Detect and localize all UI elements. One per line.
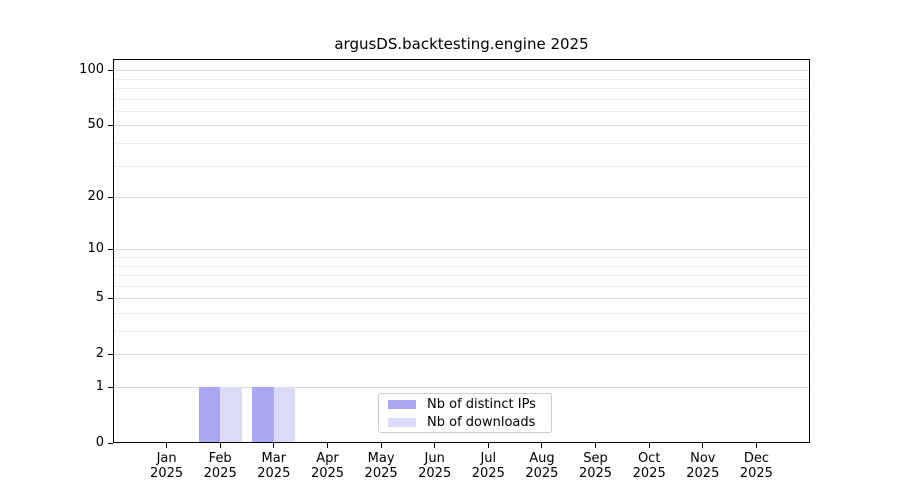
- gridline-minor: [114, 286, 809, 287]
- gridline-major: [114, 298, 809, 299]
- gridline-minor: [114, 143, 809, 144]
- legend-label: Nb of downloads: [427, 415, 535, 430]
- x-tick: [327, 443, 328, 448]
- legend-label: Nb of distinct IPs: [427, 397, 536, 412]
- x-tick-year: 2025: [724, 466, 788, 481]
- x-tick: [541, 443, 542, 448]
- legend-entry: Nb of distinct IPs: [388, 397, 542, 412]
- y-tick: [108, 354, 113, 355]
- y-tick-label: 100: [44, 62, 104, 78]
- gridline-minor: [114, 88, 809, 89]
- x-tick-month: Dec: [724, 451, 788, 466]
- x-tick: [756, 443, 757, 448]
- gridline-minor: [114, 331, 809, 332]
- x-tick-label: Dec2025: [724, 451, 788, 481]
- x-tick: [166, 443, 167, 448]
- legend-swatch: [388, 400, 416, 409]
- x-tick: [649, 443, 650, 448]
- x-tick: [381, 443, 382, 448]
- x-tick: [595, 443, 596, 448]
- figure: argusDS.backtesting.engine 2025 0 1 2 5 10 20…: [0, 0, 900, 500]
- gridline-minor: [114, 275, 809, 276]
- gridline-major: [114, 249, 809, 250]
- y-tick-label: 1: [44, 379, 104, 395]
- y-tick-label: 5: [44, 290, 104, 306]
- x-tick: [434, 443, 435, 448]
- y-tick-label: 2: [44, 346, 104, 362]
- y-tick-label: 20: [44, 189, 104, 205]
- gridline-minor: [114, 257, 809, 258]
- gridline-minor: [114, 313, 809, 314]
- y-tick: [108, 249, 113, 250]
- gridline-minor: [114, 166, 809, 167]
- gridline-minor: [114, 79, 809, 80]
- y-tick: [108, 197, 113, 198]
- y-tick: [108, 443, 113, 444]
- gridline-major: [114, 70, 809, 71]
- chart-title: argusDS.backtesting.engine 2025: [113, 35, 810, 53]
- legend-swatch: [388, 418, 416, 427]
- y-tick: [108, 70, 113, 71]
- x-tick: [488, 443, 489, 448]
- gridline-major: [114, 125, 809, 126]
- gridline-major: [114, 197, 809, 198]
- plot-frame: [113, 59, 810, 443]
- y-tick-label: 50: [44, 117, 104, 133]
- y-tick: [108, 125, 113, 126]
- gridline-minor: [114, 99, 809, 100]
- y-tick-label: 10: [44, 241, 104, 257]
- x-tick: [273, 443, 274, 448]
- bar-nb-of-distinct-ips: [199, 387, 220, 443]
- bar-nb-of-distinct-ips: [252, 387, 273, 443]
- y-tick: [108, 387, 113, 388]
- bar-nb-of-downloads: [220, 387, 241, 443]
- y-tick-label: 0: [44, 435, 104, 451]
- legend-entry: Nb of downloads: [388, 415, 542, 430]
- y-tick: [108, 298, 113, 299]
- x-tick: [220, 443, 221, 448]
- legend: Nb of distinct IPs Nb of downloads: [378, 393, 552, 433]
- gridline-major: [114, 354, 809, 355]
- gridline-minor: [114, 111, 809, 112]
- x-tick: [702, 443, 703, 448]
- bar-nb-of-downloads: [274, 387, 295, 443]
- gridline-minor: [114, 266, 809, 267]
